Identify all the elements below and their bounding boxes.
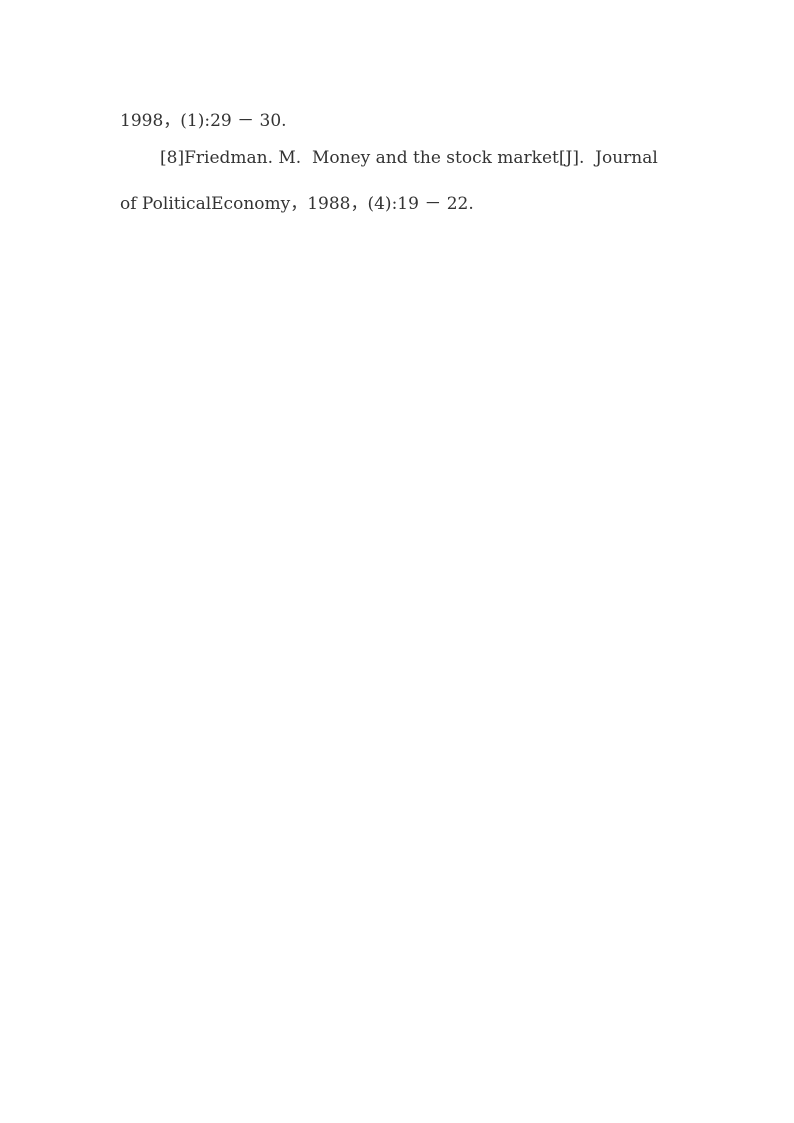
reference-8-first-line: [8]Friedman. M. Money and the stock mark… bbox=[160, 148, 658, 168]
reference-continuation-line: 1998，(1):29 － 30. bbox=[120, 111, 287, 131]
reference-8-second-line: of PoliticalEconomy，1988，(4):19 － 22. bbox=[120, 194, 474, 214]
document-page: 1998，(1):29 － 30. [8]Friedman. M. Money … bbox=[0, 0, 794, 1123]
